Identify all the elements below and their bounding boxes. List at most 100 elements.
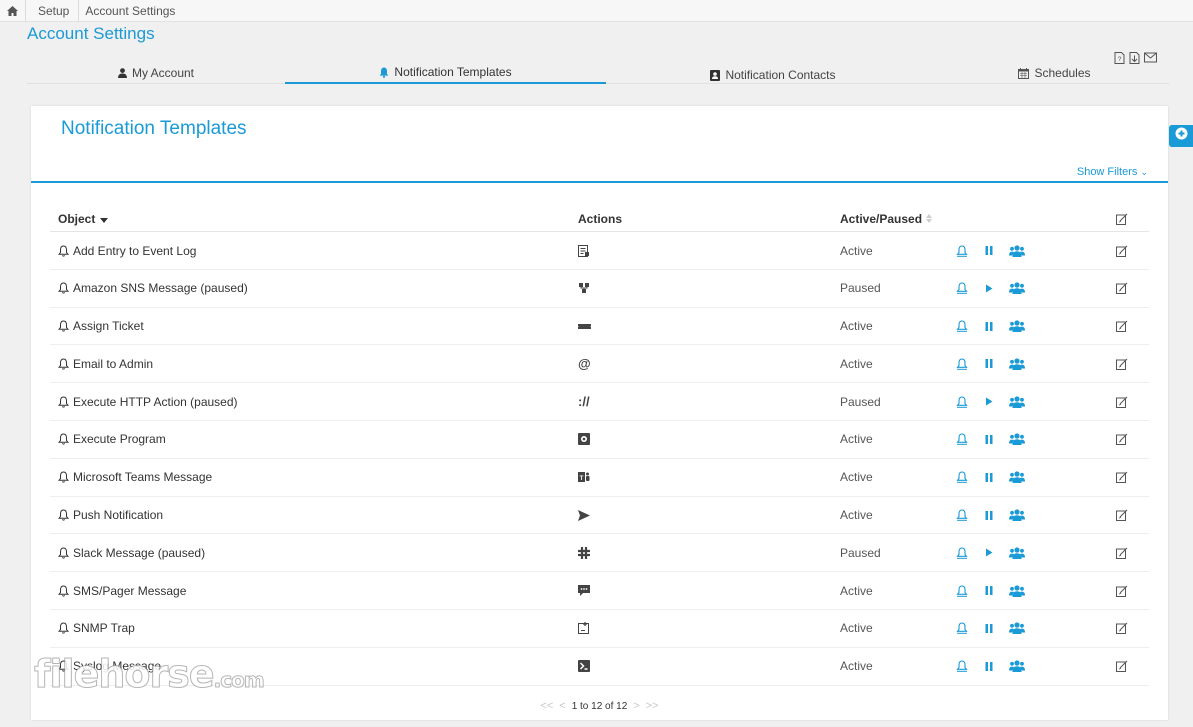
notification-bell-icon[interactable] [956, 572, 968, 609]
bulk-edit-icon[interactable] [1116, 206, 1128, 232]
pause-icon[interactable] [985, 308, 993, 345]
resume-play-icon[interactable] [985, 534, 993, 571]
pause-icon[interactable] [985, 648, 993, 685]
table-row[interactable]: Execute Program Active [50, 421, 1149, 459]
tab-notification-contacts[interactable]: Notification Contacts [606, 64, 940, 86]
template-name[interactable]: Push Notification [73, 508, 163, 522]
table-row[interactable]: Add Entry to Event Log Active [50, 232, 1149, 270]
resume-play-icon[interactable] [985, 383, 993, 420]
edit-icon[interactable] [1116, 459, 1128, 496]
table-row[interactable]: Email to Admin @ Active [50, 345, 1149, 384]
breadcrumb-account-settings[interactable]: Account Settings [79, 0, 184, 22]
tab-schedules[interactable]: Schedules [940, 62, 1169, 84]
template-name-cell[interactable]: SNMP Trap [58, 610, 135, 647]
home-icon[interactable] [0, 0, 26, 22]
pause-icon[interactable] [985, 345, 993, 382]
template-name[interactable]: Execute HTTP Action (paused) [73, 395, 238, 409]
edit-icon[interactable] [1116, 534, 1128, 571]
users-group-icon[interactable] [1009, 383, 1025, 420]
pause-icon[interactable] [985, 459, 993, 496]
template-name-cell[interactable]: Email to Admin [58, 345, 153, 382]
users-group-icon[interactable] [1009, 421, 1025, 458]
notification-bell-icon[interactable] [956, 345, 968, 382]
users-group-icon[interactable] [1009, 459, 1025, 496]
users-group-icon[interactable] [1009, 610, 1025, 647]
template-name-cell[interactable]: Execute Program [58, 421, 166, 458]
template-name[interactable]: SMS/Pager Message [73, 584, 186, 598]
users-group-icon[interactable] [1009, 497, 1025, 534]
users-group-icon[interactable] [1009, 308, 1025, 345]
template-name-cell[interactable]: Amazon SNS Message (paused) [58, 270, 248, 307]
mail-icon[interactable] [1144, 52, 1157, 64]
object-column-header[interactable]: Object [58, 206, 109, 232]
notification-bell-icon[interactable] [956, 270, 968, 307]
template-name[interactable]: Slack Message (paused) [73, 546, 205, 560]
template-name[interactable]: Microsoft Teams Message [73, 470, 212, 484]
template-name[interactable]: SNMP Trap [73, 621, 135, 635]
table-row[interactable]: Assign Ticket Active [50, 308, 1149, 346]
notification-bell-icon[interactable] [956, 459, 968, 496]
prev-page-button[interactable]: < [559, 700, 565, 712]
users-group-icon[interactable] [1009, 345, 1025, 382]
last-page-button[interactable]: >> [646, 700, 659, 712]
template-name-cell[interactable]: Push Notification [58, 497, 163, 534]
edit-icon[interactable] [1116, 421, 1128, 458]
template-name-cell[interactable]: Execute HTTP Action (paused) [58, 383, 238, 420]
export-doc-icon[interactable] [1129, 52, 1140, 64]
table-row[interactable]: SMS/Pager Message Active [50, 572, 1149, 610]
edit-icon[interactable] [1116, 270, 1128, 307]
edit-icon[interactable] [1116, 497, 1128, 534]
notification-bell-icon[interactable] [956, 534, 968, 571]
template-name-cell[interactable]: Add Entry to Event Log [58, 232, 196, 269]
users-group-icon[interactable] [1009, 232, 1025, 269]
template-name[interactable]: Amazon SNS Message (paused) [73, 281, 248, 295]
pause-icon[interactable] [985, 572, 993, 609]
table-row[interactable]: Execute HTTP Action (paused):// Paused [50, 383, 1149, 421]
template-name[interactable]: Add Entry to Event Log [73, 244, 196, 258]
notification-bell-icon[interactable] [956, 610, 968, 647]
breadcrumb-setup[interactable]: Setup [26, 0, 80, 22]
edit-icon[interactable] [1116, 383, 1128, 420]
pause-icon[interactable] [985, 421, 993, 458]
notification-bell-icon[interactable] [956, 497, 968, 534]
notification-bell-icon[interactable] [956, 648, 968, 685]
notification-bell-icon[interactable] [956, 383, 968, 420]
edit-icon[interactable] [1116, 345, 1128, 382]
edit-icon[interactable] [1116, 308, 1128, 345]
table-row[interactable]: Amazon SNS Message (paused) Paused [50, 270, 1149, 308]
users-group-icon[interactable] [1009, 572, 1025, 609]
add-panel-button[interactable] [1169, 125, 1193, 147]
notification-bell-icon[interactable] [956, 232, 968, 269]
pause-icon[interactable] [985, 497, 993, 534]
template-name-cell[interactable]: Slack Message (paused) [58, 534, 205, 571]
table-row[interactable]: SNMP Trap Active [50, 610, 1149, 648]
first-page-button[interactable]: << [540, 700, 553, 712]
template-name-cell[interactable]: SMS/Pager Message [58, 572, 186, 609]
pause-icon[interactable] [985, 232, 993, 269]
template-name-cell[interactable]: Assign Ticket [58, 308, 144, 345]
next-page-button[interactable]: > [633, 700, 639, 712]
users-group-icon[interactable] [1009, 648, 1025, 685]
template-name-cell[interactable]: Microsoft Teams Message [58, 459, 212, 496]
template-name[interactable]: Assign Ticket [73, 319, 144, 333]
pause-icon[interactable] [985, 610, 993, 647]
edit-icon[interactable] [1116, 572, 1128, 609]
template-name[interactable]: Email to Admin [73, 357, 153, 371]
users-group-icon[interactable] [1009, 534, 1025, 571]
table-row[interactable]: Slack Message (paused) Paused [50, 534, 1149, 573]
tab-my-account[interactable]: My Account [27, 62, 285, 84]
help-doc-icon[interactable]: ? [1114, 52, 1125, 64]
resume-play-icon[interactable] [985, 270, 993, 307]
notification-bell-icon[interactable] [956, 308, 968, 345]
edit-icon[interactable] [1116, 610, 1128, 647]
template-name[interactable]: Execute Program [73, 432, 166, 446]
edit-icon[interactable] [1116, 232, 1128, 269]
table-row[interactable]: Push Notification Active [50, 497, 1149, 535]
show-filters-toggle[interactable]: Show Filters ⌄ [1077, 166, 1148, 178]
status-column-header[interactable]: Active/Paused [840, 206, 933, 232]
tab-notification-templates[interactable]: Notification Templates [285, 62, 606, 84]
notification-bell-icon[interactable] [956, 421, 968, 458]
edit-icon[interactable] [1116, 648, 1128, 685]
users-group-icon[interactable] [1009, 270, 1025, 307]
table-row[interactable]: Microsoft Teams Message T Active [50, 459, 1149, 497]
